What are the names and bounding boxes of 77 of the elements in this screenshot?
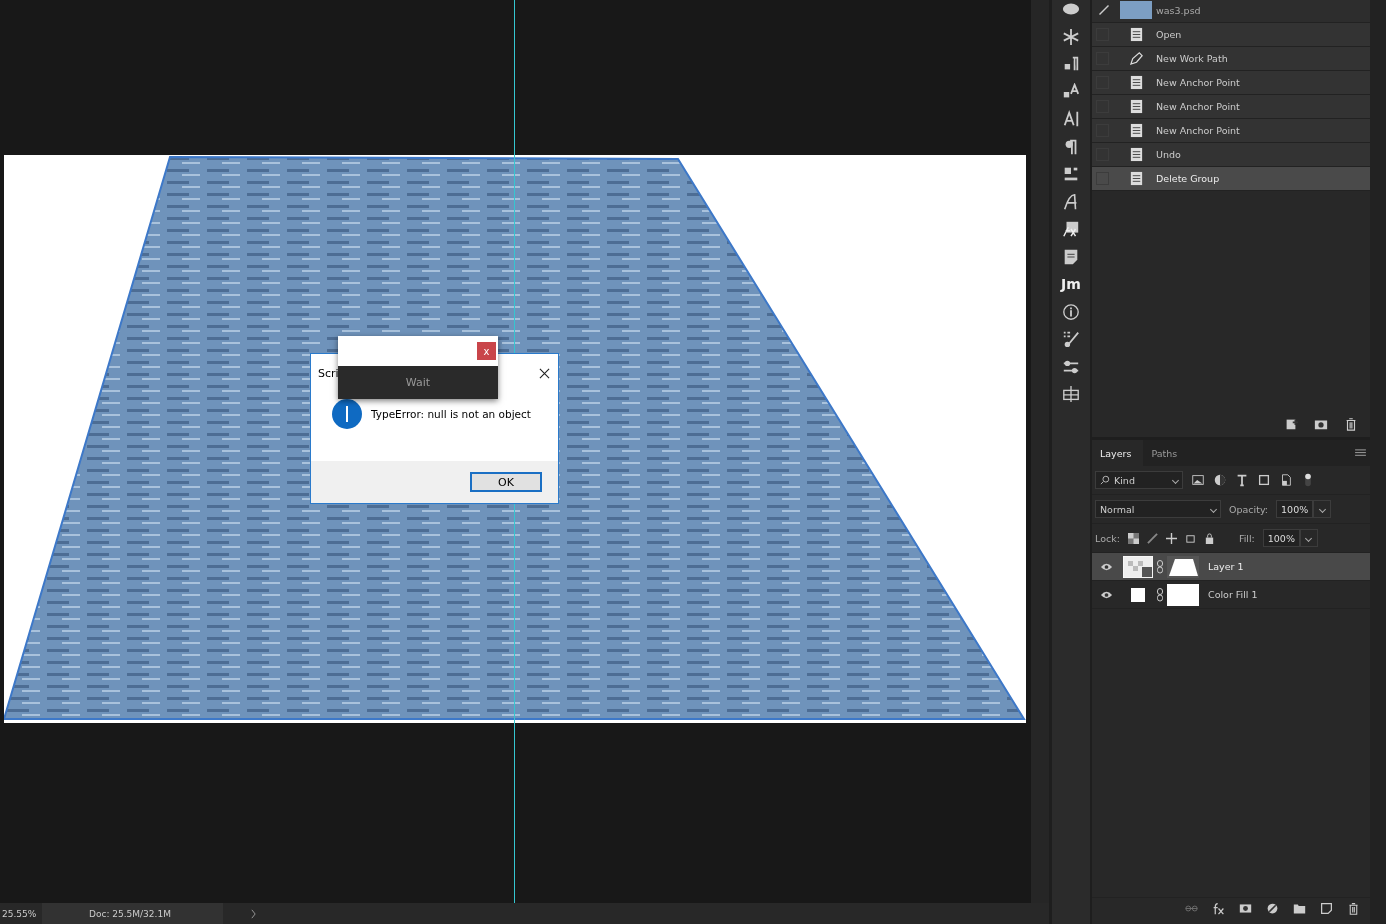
new-document-icon[interactable] <box>1284 417 1298 431</box>
info-icon[interactable] <box>1062 302 1080 321</box>
history-step[interactable]: Undo <box>1092 143 1370 167</box>
close-icon[interactable] <box>539 367 550 379</box>
history-step[interactable]: Open <box>1092 23 1370 47</box>
document-icon <box>1129 171 1144 186</box>
layer-row[interactable]: Color Fill 1 <box>1092 581 1370 609</box>
type-cursor-icon[interactable] <box>1062 110 1080 128</box>
chevron-icon[interactable] <box>251 908 256 919</box>
styles-icon[interactable] <box>1062 220 1080 238</box>
folder-icon[interactable] <box>1293 901 1306 915</box>
image-filter-icon[interactable] <box>1191 473 1205 487</box>
smart-object-filter-icon[interactable] <box>1279 473 1293 487</box>
lock-icon[interactable] <box>1203 532 1215 544</box>
checkerboard-icon[interactable] <box>1127 532 1139 544</box>
plugin-icon[interactable]: Jm <box>1061 275 1081 293</box>
dialog-title: Scri <box>318 366 339 380</box>
shape-filter-icon[interactable] <box>1257 473 1271 487</box>
history-step[interactable]: Delete Group <box>1092 167 1370 191</box>
opacity-dropdown[interactable] <box>1313 500 1332 518</box>
panel-tab[interactable]: Paths <box>1143 440 1190 466</box>
snapshot-name[interactable]: was3.psd <box>1156 4 1201 16</box>
paragraph-style-icon[interactable] <box>1062 55 1080 73</box>
history-step[interactable]: New Work Path <box>1092 47 1370 71</box>
trash-icon[interactable] <box>1344 417 1358 431</box>
snowflake-icon[interactable] <box>1062 27 1080 46</box>
brush-icon[interactable] <box>1098 4 1110 16</box>
info-icon <box>332 399 362 429</box>
link-icon <box>1157 587 1163 602</box>
history-step[interactable]: New Anchor Point <box>1092 95 1370 119</box>
fx-icon[interactable] <box>1212 901 1225 915</box>
brush-presets-icon[interactable] <box>1062 330 1080 348</box>
type-filter-icon[interactable] <box>1235 473 1249 487</box>
adjustment-filter-icon[interactable] <box>1213 473 1227 487</box>
document-icon <box>1129 27 1144 42</box>
fill-label: Fill: <box>1238 532 1255 544</box>
trash-icon[interactable] <box>1347 901 1360 915</box>
new-layer-icon[interactable] <box>1320 901 1333 915</box>
history-step[interactable]: New Anchor Point <box>1092 71 1370 95</box>
mask-thumbnail <box>1167 583 1199 606</box>
blend-mode-dropdown[interactable]: Normal <box>1095 500 1221 518</box>
fill-field[interactable]: 100% <box>1262 529 1300 547</box>
eye-icon[interactable] <box>1100 561 1113 572</box>
timeline-icon[interactable] <box>1062 385 1080 403</box>
move-icon[interactable] <box>1165 532 1177 544</box>
notes-icon[interactable] <box>1062 247 1080 266</box>
adjustment-icon[interactable] <box>1266 901 1279 915</box>
panel-tab[interactable]: Layers <box>1092 440 1144 466</box>
filter-dropdown[interactable]: Kind <box>1095 471 1183 489</box>
fill-swatch <box>1131 587 1145 602</box>
error-message: TypeError: null is not an object <box>371 408 531 420</box>
document-icon <box>1129 147 1144 162</box>
pen-icon <box>1129 51 1144 66</box>
eye-icon[interactable] <box>1100 589 1113 600</box>
ok-button[interactable]: OK <box>470 472 542 492</box>
zoom-level[interactable]: 25.55% <box>0 908 42 919</box>
search-icon <box>1100 475 1110 485</box>
fill-dropdown[interactable] <box>1299 529 1318 547</box>
layer-thumbnail <box>1123 555 1153 578</box>
document-icon <box>1129 123 1144 138</box>
crop-icon[interactable] <box>1184 532 1196 544</box>
brush-icon[interactable] <box>1146 532 1158 544</box>
mask-icon[interactable] <box>1239 901 1252 915</box>
opacity-field[interactable]: 100% <box>1276 500 1314 518</box>
lock-label: Lock: <box>1095 532 1120 544</box>
close-button[interactable]: x <box>477 342 496 360</box>
history-step[interactable]: New Anchor Point <box>1092 119 1370 143</box>
document-icon <box>1129 75 1144 90</box>
snapshot-thumbnail[interactable] <box>1120 1 1152 19</box>
document-size: Doc: 25.5M/32.1M <box>42 903 223 924</box>
mask-thumbnail <box>1167 555 1199 578</box>
link-icon <box>1157 559 1163 574</box>
opacity-label: Opacity: <box>1229 503 1269 515</box>
menu-icon[interactable] <box>1355 448 1366 458</box>
wait-label: Wait <box>338 366 498 399</box>
document-icon <box>1129 99 1144 114</box>
layer-row[interactable]: Layer 1 <box>1092 553 1370 581</box>
